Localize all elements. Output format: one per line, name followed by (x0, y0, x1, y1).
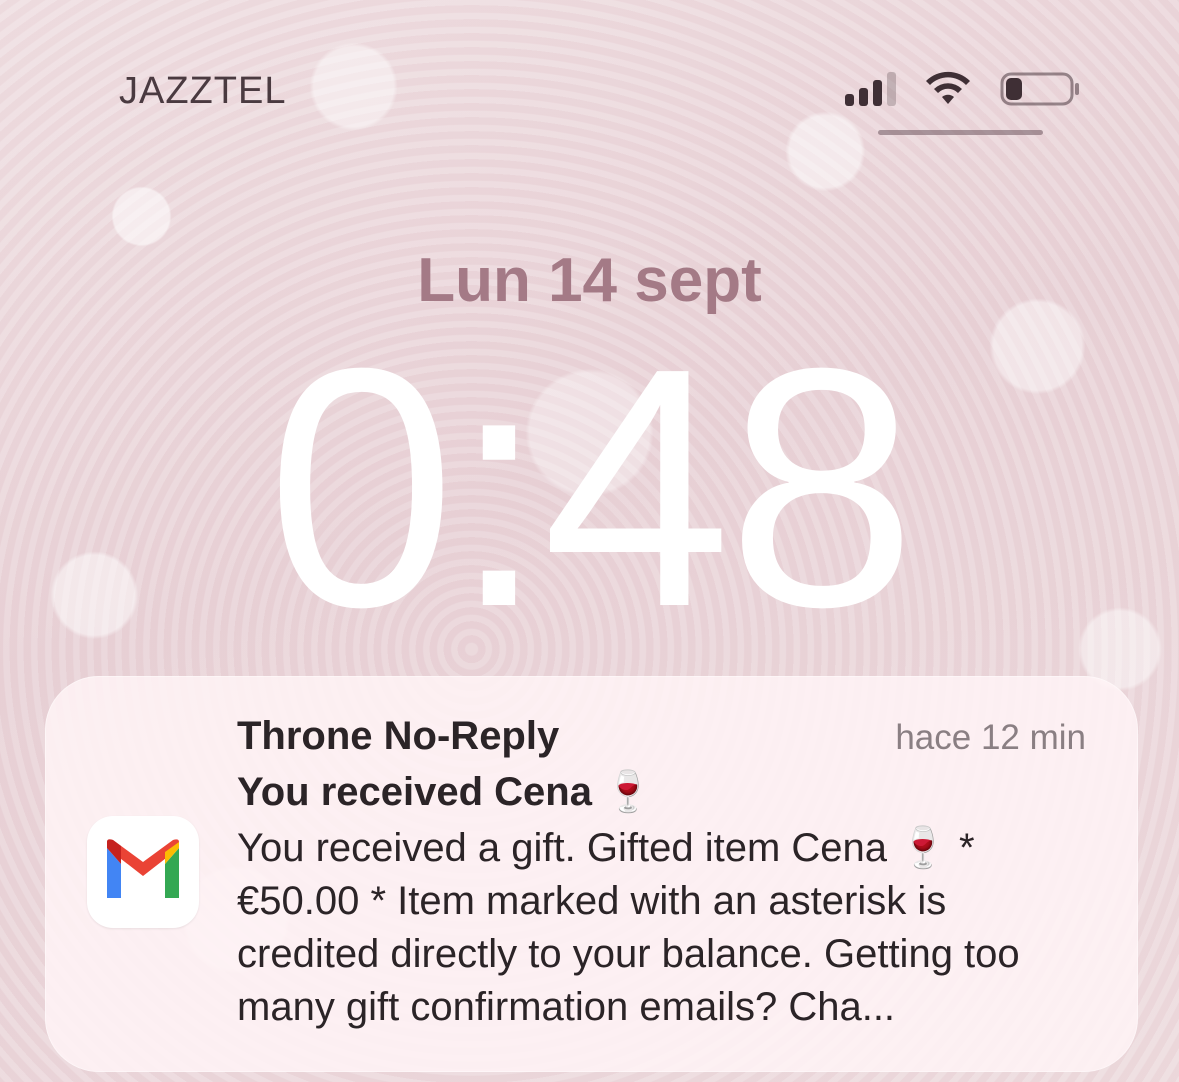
cellular-signal-icon (845, 70, 905, 106)
battery-icon (1000, 72, 1082, 106)
notification-card[interactable]: Throne No-Reply hace 12 min You received… (45, 676, 1138, 1072)
carrier-label: JAZZTEL (119, 70, 287, 112)
control-center-grabber[interactable] (878, 130, 1043, 135)
notification-sender: Throne No-Reply (237, 714, 560, 758)
wifi-icon (923, 70, 973, 106)
notification-time: hace 12 min (895, 718, 1086, 757)
lock-screen-time: 0:48 (266, 298, 917, 678)
notification-subject: You received Cena 🍷 (237, 770, 653, 814)
notification-body: You received a gift. Gifted item Cena 🍷 … (237, 826, 1020, 1029)
status-icons (845, 70, 1085, 110)
gmail-icon (87, 816, 199, 928)
